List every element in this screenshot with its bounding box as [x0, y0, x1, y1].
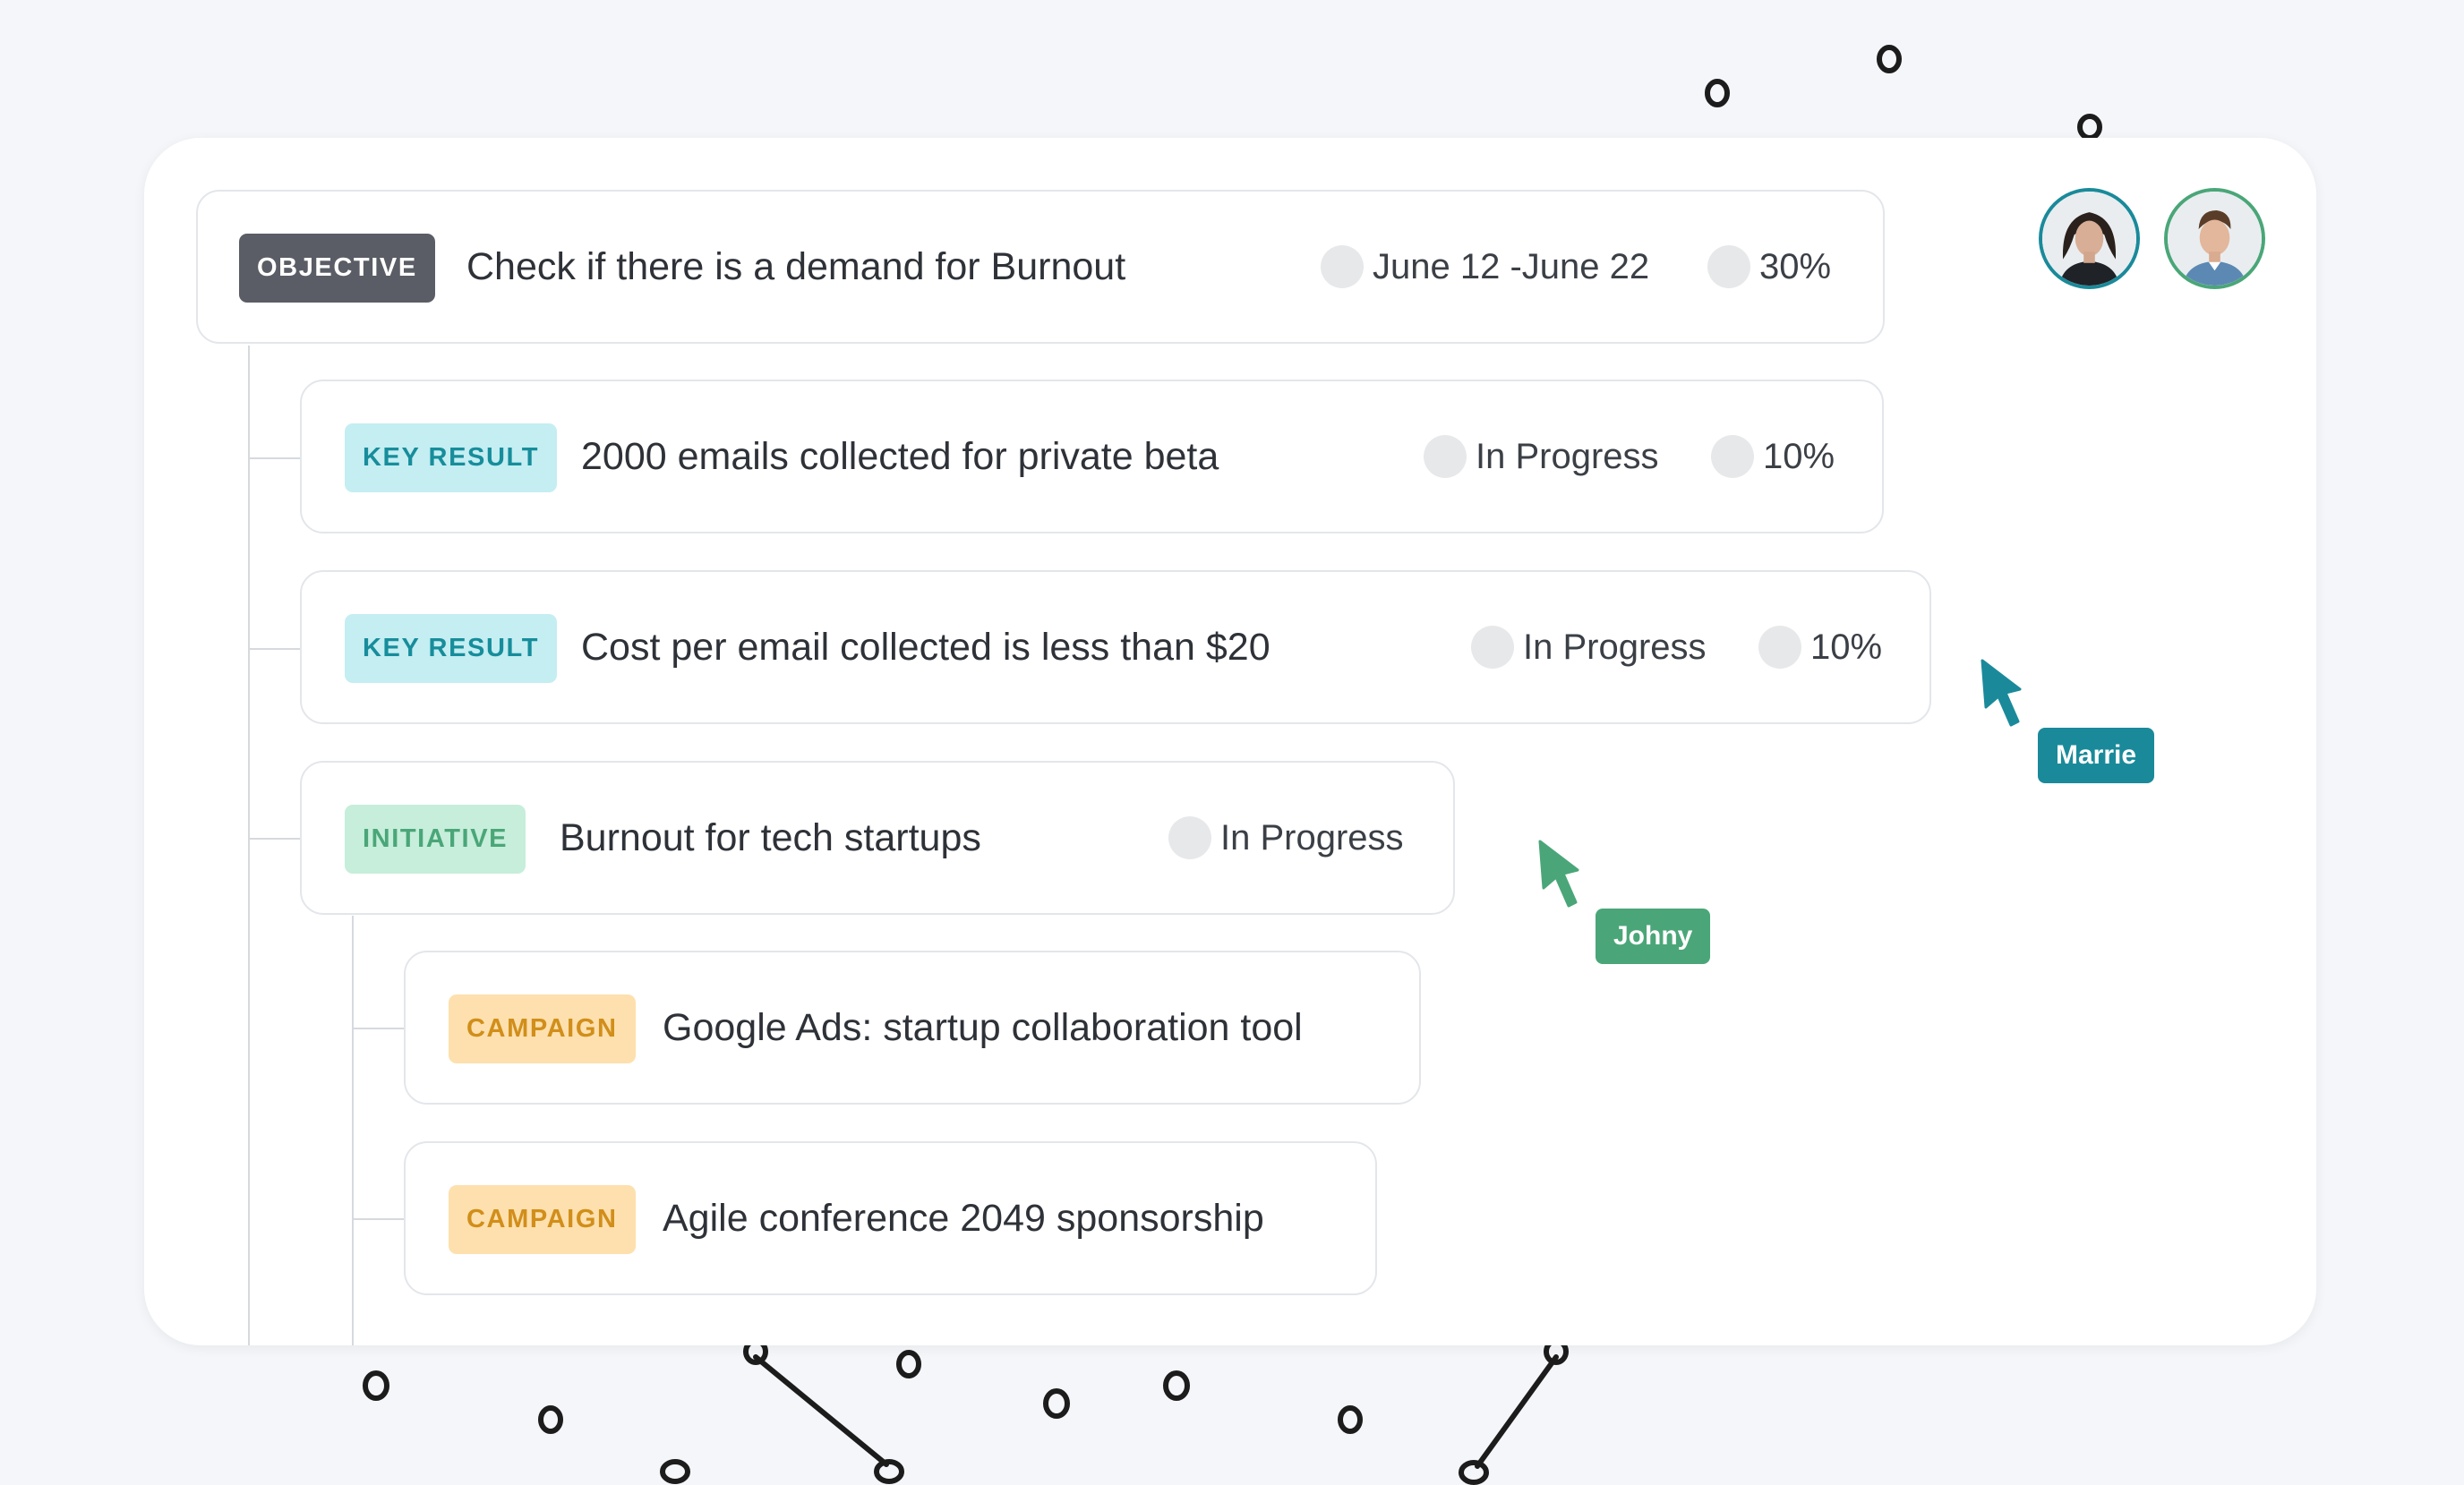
objective-progress[interactable]: 30% [1707, 192, 1831, 342]
initiative-tag: INITIATIVE [345, 805, 526, 874]
tree-branch [353, 1218, 405, 1220]
progress-icon [1707, 245, 1750, 288]
woman-avatar-icon [2042, 192, 2136, 286]
progress-text: 10% [1763, 436, 1835, 476]
status-text: In Progress [1523, 627, 1707, 667]
doodle-line [753, 1354, 889, 1467]
tree-branch [249, 838, 301, 840]
key-result-status[interactable]: In Progress [1424, 381, 1659, 532]
campaign-title: Agile conference 2049 sponsorship [663, 1197, 1264, 1240]
initiative-card[interactable]: INITIATIVE Burnout for tech startups In … [300, 761, 1455, 915]
key-result-status[interactable]: In Progress [1471, 572, 1707, 722]
date-range-text: June 12 -June 22 [1373, 246, 1650, 286]
key-result-title: 2000 emails collected for private beta [581, 435, 1219, 478]
campaign-tag: CAMPAIGN [449, 994, 636, 1063]
doodle-loop [1043, 1388, 1070, 1419]
campaign-tag: CAMPAIGN [449, 1185, 636, 1254]
doodle-loop [1877, 45, 1902, 73]
campaign-card[interactable]: CAMPAIGN Google Ads: startup collaborati… [404, 951, 1421, 1105]
key-result-card[interactable]: KEY RESULT 2000 emails collected for pri… [300, 380, 1884, 533]
objective-tag: OBJECTIVE [239, 234, 435, 303]
status-icon [1471, 626, 1514, 669]
cursor-label-marrie: Marrie [2038, 728, 2155, 783]
progress-icon [1758, 626, 1801, 669]
doodle-loop [1459, 1460, 1489, 1485]
objective-date[interactable]: June 12 -June 22 [1321, 192, 1649, 342]
doodle-loop [896, 1350, 921, 1378]
tree-branch [249, 648, 301, 650]
status-icon [1424, 435, 1467, 478]
objective-title: Check if there is a demand for Burnout [466, 245, 1126, 288]
avatar[interactable] [2039, 188, 2140, 289]
campaign-card[interactable]: CAMPAIGN Agile conference 2049 sponsorsh… [404, 1141, 1377, 1295]
progress-icon [1711, 435, 1754, 478]
johny-cursor-icon [1538, 840, 1579, 908]
key-result-tag: KEY RESULT [345, 614, 558, 683]
calendar-icon [1321, 245, 1364, 288]
doodle-loop [1163, 1370, 1190, 1401]
key-result-card[interactable]: KEY RESULT Cost per email collected is l… [300, 570, 1931, 724]
doodle-loop [874, 1459, 904, 1484]
doodle-loop [2077, 114, 2102, 141]
key-result-progress[interactable]: 10% [1711, 381, 1835, 532]
key-result-progress[interactable]: 10% [1758, 572, 1882, 722]
tree-branch [353, 1028, 405, 1029]
status-text: In Progress [1476, 436, 1659, 476]
doodle-loop [1705, 79, 1730, 107]
man-avatar-icon [2168, 192, 2262, 286]
key-result-title: Cost per email collected is less than $2… [581, 626, 1270, 669]
status-text: In Progress [1220, 817, 1404, 858]
initiative-title: Burnout for tech startups [560, 816, 981, 859]
tree-line-objective [248, 346, 250, 1345]
tree-line-initiative [352, 916, 354, 1345]
progress-text: 30% [1759, 246, 1832, 286]
cursor-label-johny: Johny [1596, 909, 1711, 964]
doodle-loop [660, 1459, 690, 1484]
campaign-title: Google Ads: startup collaboration tool [663, 1006, 1303, 1049]
progress-text: 10% [1810, 627, 1883, 667]
marrie-cursor-icon [1981, 659, 2022, 727]
doodle-loop [363, 1370, 389, 1401]
avatar[interactable] [2164, 188, 2265, 289]
key-result-tag: KEY RESULT [345, 423, 558, 492]
tree-branch [249, 457, 301, 459]
doodle-loop [1338, 1405, 1363, 1434]
initiative-status[interactable]: In Progress [1168, 763, 1404, 913]
doodle-loop [538, 1405, 563, 1434]
objective-card[interactable]: OBJECTIVE Check if there is a demand for… [196, 190, 1885, 344]
status-icon [1168, 816, 1211, 859]
doodle-line [1475, 1354, 1559, 1469]
